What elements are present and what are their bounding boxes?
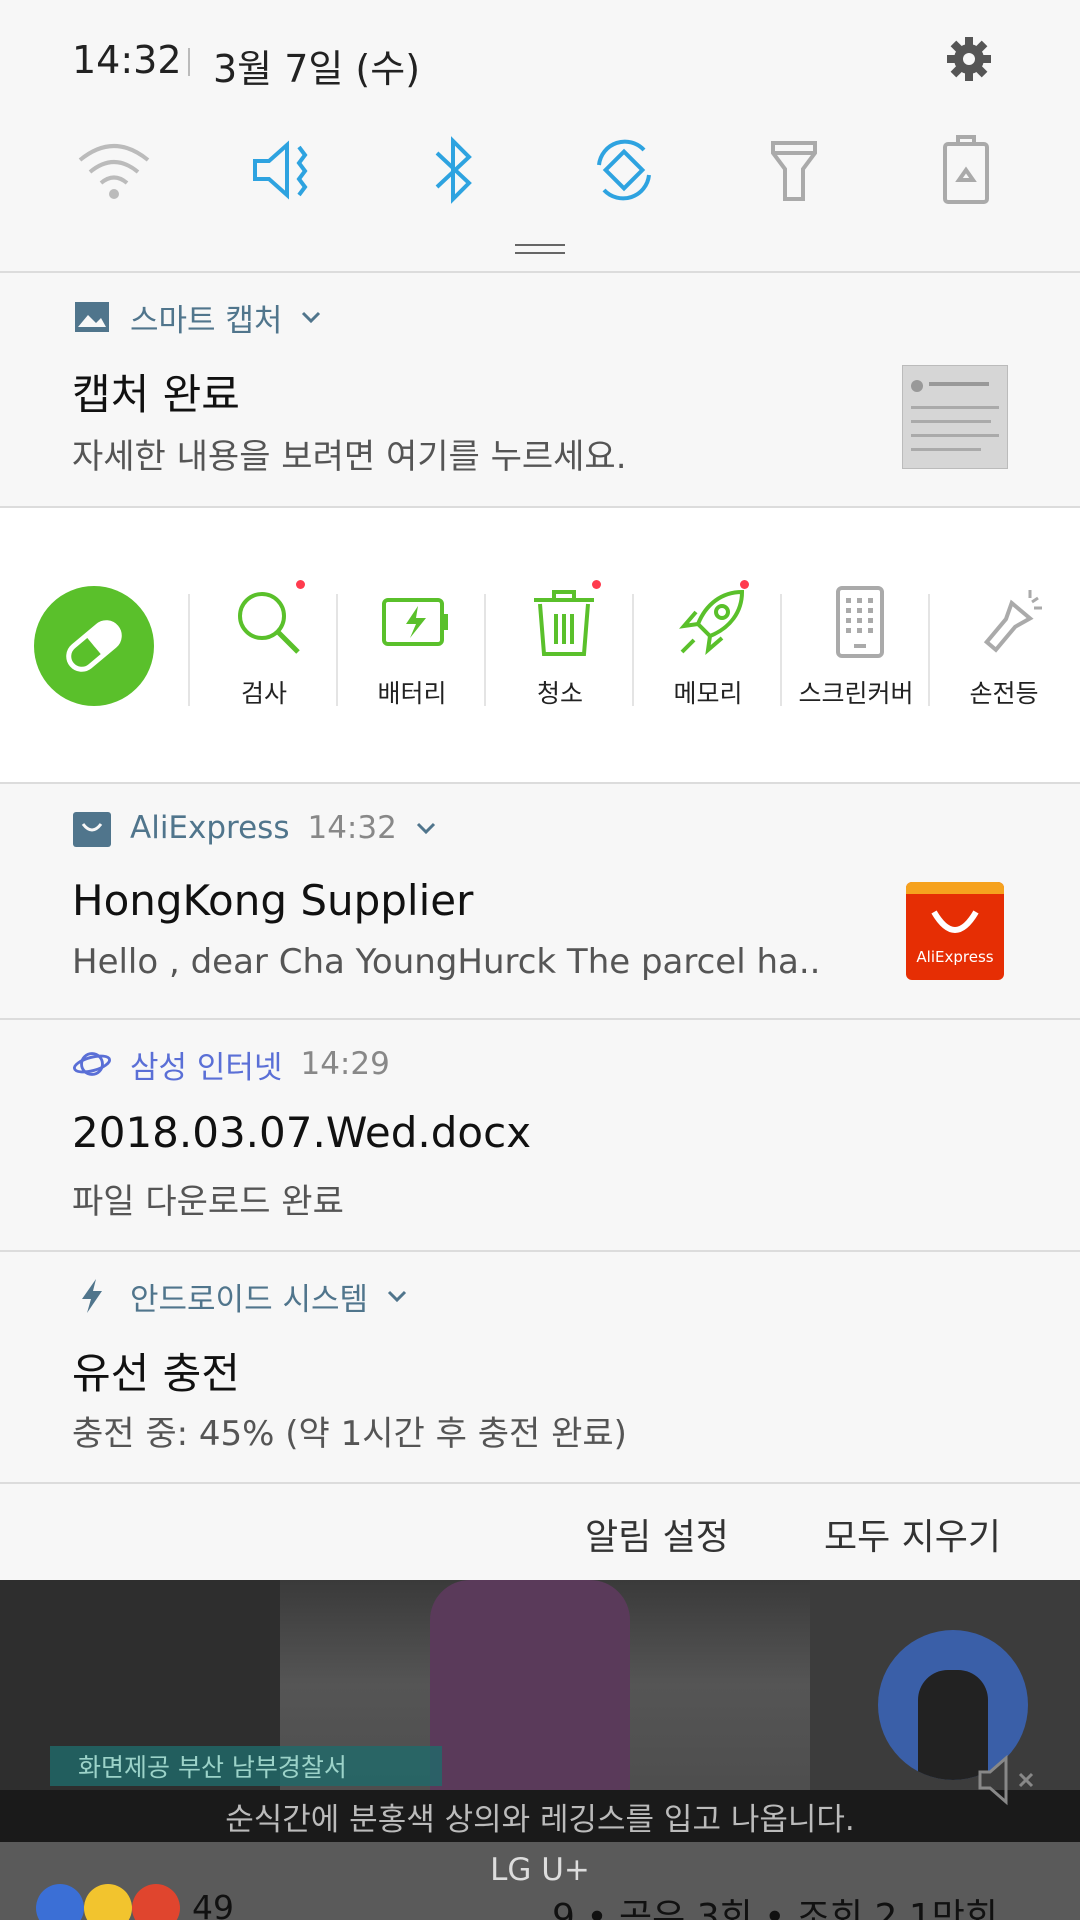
notification-aliexpress[interactable]: AliExpress 14:32 HongKong Supplier Hello… (0, 784, 1080, 1020)
status-date: 3월 7일 (수) (213, 47, 421, 91)
internet-planet-icon (72, 1044, 112, 1084)
notification-text: 충전 중: 45% (약 1시간 후 충전 완료) (72, 1414, 627, 1454)
new-dot (740, 580, 749, 589)
notification-system[interactable]: 안드로이드 시스템 유선 충전 충전 중: 45% (약 1시간 후 충전 완료… (0, 1252, 1080, 1484)
battery-icon (382, 598, 448, 646)
video-subtitle: 순식간에 분홍색 상의와 레깅스를 입고 나옵니다. (225, 1802, 855, 1838)
new-dot (592, 580, 601, 589)
tool-battery[interactable]: 배터리 (336, 586, 484, 714)
lightning-icon (72, 1276, 112, 1316)
status-time: 14:32 (72, 38, 182, 82)
tool-label: 배터리 (377, 679, 447, 708)
notification-title: 캡처 완료 (72, 370, 240, 419)
search-icon (238, 592, 300, 654)
settings-gear-icon[interactable] (944, 34, 994, 84)
notification-time: 14:29 (300, 1046, 390, 1082)
notification-capture[interactable]: 스마트 캡처 캡처 완료 자세한 내용을 보려면 여기를 누르세요. (0, 273, 1080, 508)
bottom-bar: LG U+ 49 9 • 공유 3회 • 조회 2.1만회 (0, 1842, 1080, 1920)
angry-reaction-icon (132, 1884, 180, 1920)
tool-memory[interactable]: 메모리 (632, 580, 780, 714)
notification-settings-button[interactable]: 알림 설정 (585, 1508, 729, 1560)
wifi-icon[interactable] (74, 130, 154, 210)
status-separator (188, 48, 190, 76)
clear-all-button[interactable]: 모두 지우기 (824, 1508, 1001, 1560)
aliexpress-logo: AliExpress (906, 882, 1004, 980)
tool-label: 검사 (240, 679, 287, 708)
tool-label: 청소 (536, 679, 583, 708)
aliexpress-logo-text: AliExpress (916, 948, 994, 966)
tool-label: 스크린커버 (798, 679, 914, 708)
post-stats: 9 • 공유 3회 • 조회 2.1만회 (552, 1897, 999, 1920)
phone-icon (836, 586, 884, 658)
like-reaction-icon (36, 1884, 84, 1920)
video-person (430, 1580, 630, 1810)
new-dot (296, 580, 305, 589)
quick-settings-row (0, 130, 1080, 210)
notification-time: 14:32 (307, 810, 397, 846)
haha-reaction-icon (84, 1884, 132, 1920)
reactions-count: 49 (192, 1888, 234, 1920)
notification-title: 유선 충전 (72, 1349, 240, 1398)
flashlight-icon[interactable] (754, 130, 834, 210)
carrier-name: LG U+ (490, 1852, 590, 1888)
trash-icon (534, 590, 594, 656)
shopping-bag-icon (72, 808, 112, 848)
notification-title: HongKong Supplier (72, 876, 474, 925)
app-name: 스마트 캡처 (130, 302, 283, 339)
panel-drag-handle[interactable] (515, 244, 565, 254)
notification-title: 2018.03.07.Wed.docx (72, 1108, 532, 1157)
tool-screen-cover[interactable]: 스크린커버 (780, 586, 928, 714)
rocket-icon (679, 589, 745, 655)
notification-text: Hello , dear Cha YoungHurck The parcel h… (72, 942, 821, 982)
app-name: 안드로이드 시스템 (130, 1281, 369, 1318)
background-video: 화면제공 부산 남부경찰서 순식간에 분홍색 상의와 레깅스를 입고 나옵니다. (0, 1580, 1080, 1842)
tool-scan[interactable]: 검사 (188, 580, 336, 714)
pill-icon[interactable] (34, 586, 154, 706)
mute-icon[interactable] (976, 1754, 1042, 1806)
capture-thumbnail[interactable] (902, 365, 1008, 469)
auto-rotate-icon[interactable] (584, 130, 664, 210)
bluetooth-icon[interactable] (414, 130, 494, 210)
notification-text: 파일 다운로드 완료 (72, 1182, 344, 1222)
quick-panel: 14:32 3월 7일 (수) (0, 0, 1080, 273)
power-saving-icon[interactable] (926, 130, 1006, 210)
video-source: 화면제공 부산 남부경찰서 (78, 1753, 347, 1782)
chevron-down-icon[interactable] (300, 306, 322, 328)
notification-internet[interactable]: 삼성 인터넷 14:29 2018.03.07.Wed.docx 파일 다운로드… (0, 1020, 1080, 1252)
image-icon (72, 297, 112, 337)
tool-label: 메모리 (673, 679, 743, 708)
tool-label: 손전등 (969, 679, 1039, 708)
notification-actions: 알림 설정 모두 지우기 (0, 1484, 1080, 1580)
cleaner-toolbar: 검사 배터리 청소 메모리 스크린커버 손전등 (0, 508, 1080, 784)
mute-icon[interactable] (244, 130, 324, 210)
notification-text: 자세한 내용을 보려면 여기를 누르세요. (72, 437, 627, 477)
app-name: 삼성 인터넷 (130, 1049, 283, 1086)
tool-flashlight[interactable]: 손전등 (928, 586, 1076, 714)
chevron-down-icon[interactable] (415, 817, 437, 839)
app-name: AliExpress (130, 810, 290, 846)
chevron-down-icon[interactable] (386, 1285, 408, 1307)
flashlight-icon (983, 590, 1042, 653)
tool-clean[interactable]: 청소 (484, 580, 632, 714)
